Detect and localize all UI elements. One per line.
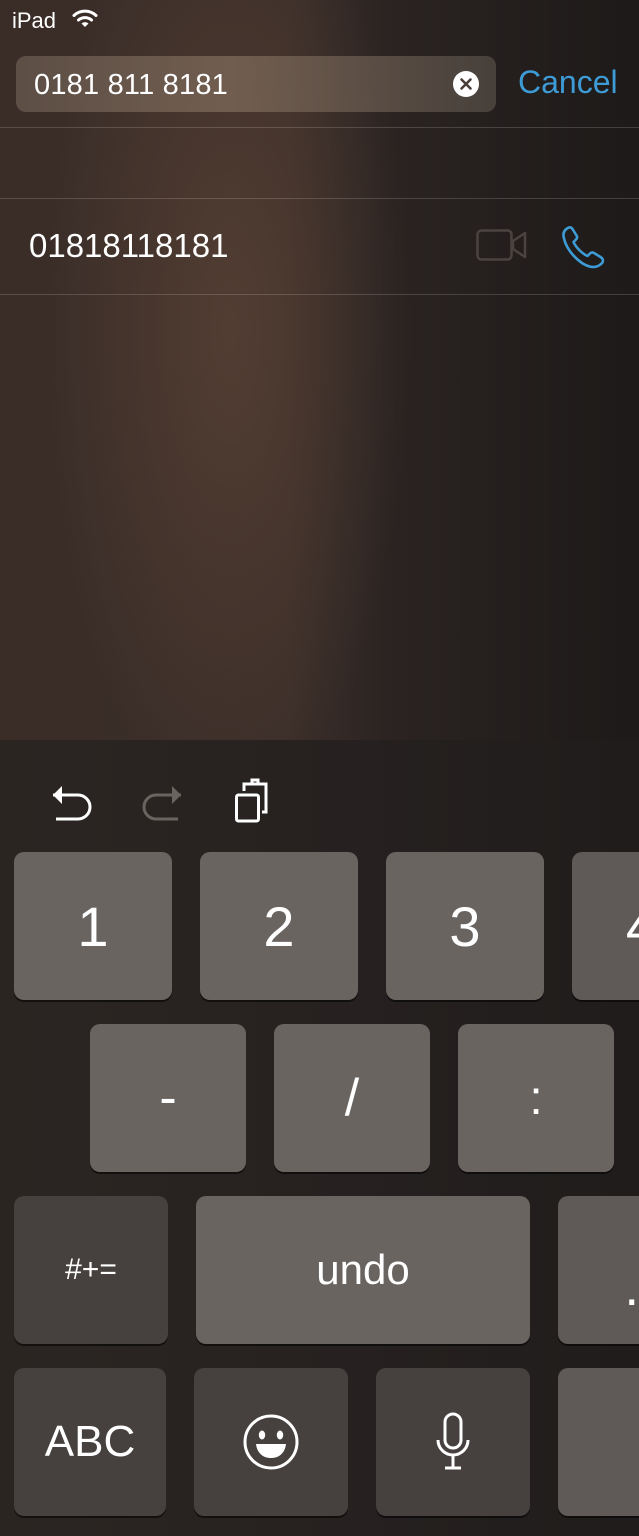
- key-label: 3: [449, 894, 481, 958]
- key-colon[interactable]: :: [458, 1024, 614, 1172]
- keyboard: 1 2 3 4 - / : #+= undo . ABC: [0, 740, 639, 1536]
- key-label: /: [344, 1069, 360, 1127]
- key-label: undo: [316, 1246, 410, 1293]
- key-label: ABC: [44, 1417, 136, 1466]
- space-key[interactable]: [558, 1368, 639, 1516]
- status-bar: iPad: [0, 0, 639, 40]
- emoji-icon: [243, 1414, 299, 1470]
- key-label: #+=: [65, 1253, 117, 1286]
- carrier-label: iPad: [12, 8, 57, 33]
- cancel-button[interactable]: Cancel: [518, 64, 618, 101]
- key-label: .: [624, 1259, 639, 1317]
- key-1[interactable]: 1: [14, 852, 172, 1000]
- search-input[interactable]: 0181 811 8181: [16, 56, 496, 112]
- key-hyphen[interactable]: -: [90, 1024, 246, 1172]
- key-2[interactable]: 2: [200, 852, 358, 1000]
- key-label: 4: [626, 894, 639, 959]
- divider: [0, 294, 639, 295]
- emoji-key[interactable]: [194, 1368, 348, 1516]
- phone-icon[interactable]: [560, 224, 606, 270]
- result-row[interactable]: 01818118181: [0, 199, 639, 294]
- abc-key[interactable]: ABC: [14, 1368, 166, 1516]
- undo-key[interactable]: undo: [196, 1196, 530, 1344]
- key-symbols[interactable]: #+=: [14, 1196, 168, 1344]
- key-slash[interactable]: /: [274, 1024, 430, 1172]
- key-label: 2: [263, 894, 295, 958]
- key-label: -: [159, 1069, 177, 1127]
- clear-circle-icon[interactable]: [452, 70, 480, 98]
- key-period[interactable]: .: [558, 1196, 639, 1344]
- divider: [0, 127, 639, 128]
- undo-icon[interactable]: [50, 782, 94, 822]
- key-3[interactable]: 3: [386, 852, 544, 1000]
- result-phone-number: 01818118181: [29, 227, 229, 264]
- paste-icon[interactable]: [234, 778, 278, 824]
- key-4[interactable]: 4: [572, 852, 639, 1000]
- key-label: :: [529, 1071, 543, 1125]
- key-label: 1: [77, 894, 109, 958]
- microphone-icon: [436, 1412, 470, 1470]
- redo-icon[interactable]: [140, 782, 184, 822]
- dictation-key[interactable]: [376, 1368, 530, 1516]
- video-camera-icon[interactable]: [476, 229, 528, 261]
- search-input-value: 0181 811 8181: [34, 69, 228, 101]
- wifi-icon: [72, 9, 98, 27]
